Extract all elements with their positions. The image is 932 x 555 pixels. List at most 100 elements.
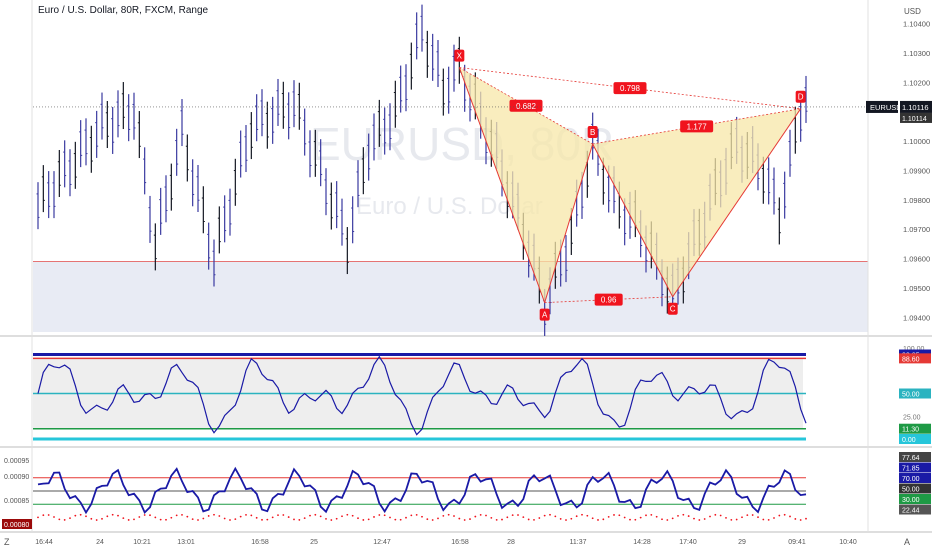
osc2-dot (522, 516, 525, 519)
point-label: C (670, 305, 676, 314)
left-axis-label: 0.00095 (4, 458, 29, 465)
osc2-dot (650, 514, 653, 516)
osc2-dot (250, 514, 253, 517)
point-label: B (590, 128, 595, 137)
osc2-dot (287, 516, 290, 518)
osc2-dot (730, 518, 733, 521)
time-tick-label: 09:41 (788, 539, 806, 546)
osc2-dot (666, 519, 669, 521)
time-tick-label: 12:47 (373, 539, 391, 546)
osc2-dot (767, 518, 770, 521)
osc2-dot (245, 513, 247, 516)
chart-stage[interactable]: EURUSD, 80R Euro / U.S. Dollar USD 1.10400 1… (0, 0, 932, 550)
price-tick-label: 1.10200 (903, 78, 930, 87)
osc2-dot (783, 513, 786, 516)
osc2-dot (346, 513, 349, 516)
auto-scale-button[interactable]: A (904, 537, 910, 547)
osc2-dot (63, 519, 66, 521)
osc2-dot (773, 517, 775, 519)
point-label: X (457, 52, 463, 61)
osc2-dot (602, 518, 605, 521)
osc2-dot (533, 519, 535, 521)
point-label: D (798, 93, 804, 102)
currency-label: USD (904, 7, 921, 16)
support-zone (33, 261, 868, 332)
osc2-dot (90, 517, 93, 520)
osc2-tag: 30.00 (902, 497, 920, 504)
osc2-dot (341, 515, 343, 518)
osc2-dot (85, 515, 87, 518)
osc2-dot (469, 518, 471, 520)
osc2-dot (645, 514, 647, 517)
osc-level-tag: 0.00 (902, 437, 916, 444)
time-tick-label: 28 (507, 539, 515, 546)
osc2-dot (725, 517, 727, 519)
osc2-dot (213, 513, 215, 516)
osc2-dot (351, 514, 354, 517)
osc-level-tag: 50.00 (902, 392, 920, 399)
osc2-dot (613, 514, 615, 516)
osc2-dot (586, 514, 589, 517)
osc2-dot (394, 518, 397, 521)
osc2-dots (37, 513, 807, 521)
osc2-dot (325, 517, 327, 520)
osc2-dot (709, 515, 711, 518)
osc2-dot (607, 516, 610, 518)
price-tick-label: 1.09700 (903, 225, 930, 234)
osc2-dot (693, 517, 695, 520)
osc2-dot (431, 519, 434, 521)
osc2-dot (735, 518, 738, 521)
timezone-button[interactable]: Z (4, 537, 10, 547)
osc2-dot (127, 519, 130, 521)
time-tick-label: 13:01 (177, 539, 195, 546)
osc2-dot (741, 516, 743, 519)
osc2-dot (805, 517, 807, 520)
osc2-dot (618, 514, 621, 517)
osc2-dot (479, 513, 482, 516)
osc2-dot (549, 513, 551, 516)
osc2-dot (437, 517, 439, 520)
osc2-dot (714, 513, 717, 516)
osc2-dot (37, 516, 39, 519)
osc2-dot (138, 516, 141, 518)
osc2-dot (303, 517, 306, 519)
osc2-dot (517, 514, 519, 516)
osc2-dot (181, 513, 183, 516)
osc2-dot (751, 514, 754, 516)
osc2-dot (362, 519, 365, 521)
price-tick-label: 1.10300 (903, 49, 930, 58)
osc2-dot (629, 518, 631, 521)
osc2-dot (639, 516, 642, 519)
osc2-dot (746, 514, 749, 517)
osc2-dot (266, 518, 269, 521)
osc2-dot (207, 515, 210, 517)
osc2-dot (223, 517, 226, 520)
time-tick-label: 24 (96, 539, 104, 546)
osc2-dot (698, 519, 701, 521)
chart-canvas[interactable]: EURUSD, 80REuro / U.S. DollarUSD1.104001… (0, 0, 932, 550)
point-label: A (542, 311, 548, 320)
osc2-dot (255, 516, 258, 519)
price-tick-label: 1.10400 (903, 20, 930, 29)
osc2-tag: 77.64 (902, 455, 920, 462)
osc2-dot (234, 518, 237, 520)
osc2-dot (597, 519, 599, 521)
time-tick-label: 10:40 (839, 539, 857, 546)
osc-axis-label: 25.00 (903, 414, 921, 421)
osc2-dot (383, 514, 386, 517)
osc2-dot (218, 515, 221, 517)
osc2-dot (165, 518, 167, 521)
osc2-dot (330, 519, 333, 521)
osc2-dot (719, 514, 722, 517)
time-tick-label: 17:40 (679, 539, 697, 546)
osc2-dot (149, 514, 151, 517)
osc2-dot (581, 513, 583, 516)
osc2-dot (378, 514, 381, 516)
osc2-dot (421, 515, 423, 518)
osc2-dot (58, 518, 61, 521)
osc2-dot (399, 518, 402, 521)
osc2-dot (794, 518, 797, 520)
osc2-dot (565, 519, 567, 521)
time-tick-label: 14:28 (633, 539, 651, 546)
osc2-dot (239, 515, 242, 518)
